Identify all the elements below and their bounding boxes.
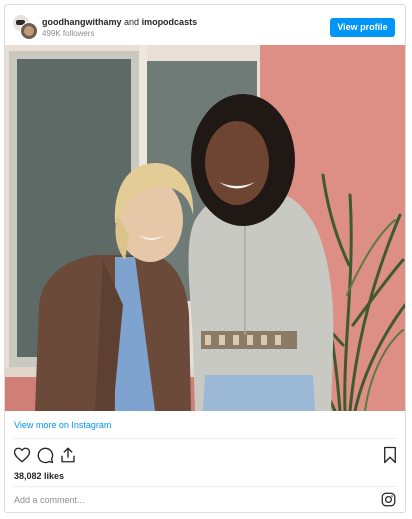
follower-count: 499K followers [42,29,95,38]
account-name-link[interactable]: goodhangwithamy [42,17,122,27]
divider [13,438,397,439]
instagram-embed-card: goodhangwithamy and imopodcasts 499K fol… [4,4,406,513]
account-joiner: and [124,17,140,27]
like-count[interactable]: 38,082 likes [14,471,64,481]
action-bar [5,443,405,465]
avatar [20,22,38,40]
instagram-logo-icon[interactable] [381,492,396,507]
add-comment-field[interactable]: Add a comment... [14,495,85,505]
comment-icon[interactable] [36,446,54,464]
post-photo[interactable] [5,45,405,411]
heart-icon[interactable] [13,446,31,464]
share-icon[interactable] [59,446,77,464]
post-header: goodhangwithamy and imopodcasts 499K fol… [5,5,405,45]
bookmark-icon[interactable] [381,446,399,464]
collab-avatars[interactable] [12,14,38,40]
view-profile-button[interactable]: View profile [330,18,395,37]
account-names: goodhangwithamy and imopodcasts [42,17,197,27]
divider [13,486,397,487]
account-name-link[interactable]: imopodcasts [142,17,198,27]
view-more-on-instagram-link[interactable]: View more on Instagram [14,420,111,430]
